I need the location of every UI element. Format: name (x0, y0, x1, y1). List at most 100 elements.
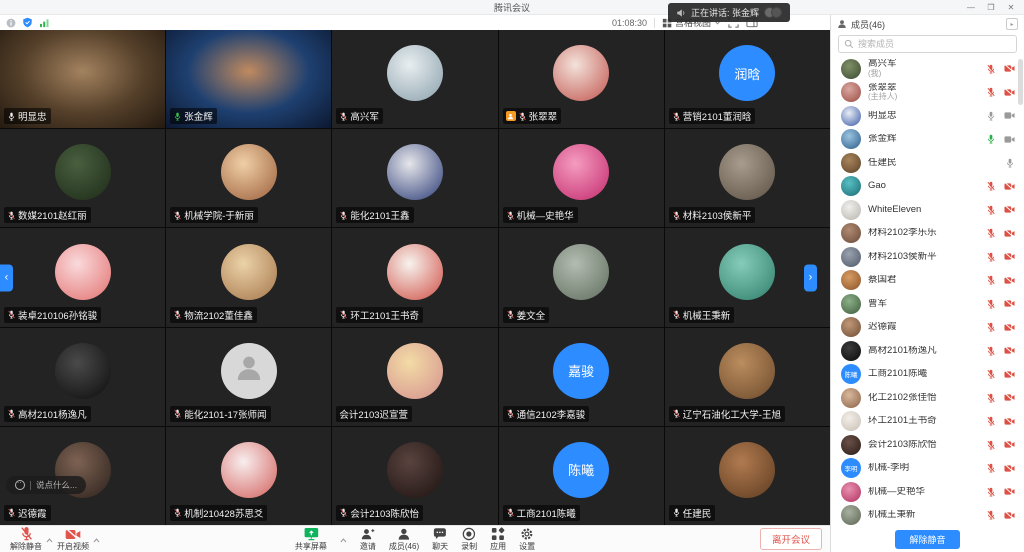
member-row[interactable]: 高兴军(我) (831, 57, 1024, 81)
video-tile[interactable]: 机械学院-于新丽 (166, 129, 331, 227)
member-row[interactable]: 机械—史艳华 (831, 480, 1024, 504)
divider (654, 18, 655, 28)
member-row[interactable]: 李明机械-李明 (831, 457, 1024, 481)
member-name: 材料2103侯新平 (868, 252, 937, 262)
info-icon[interactable] (6, 18, 16, 28)
member-row[interactable]: 陈曦工商2101陈曦 (831, 363, 1024, 387)
shield-icon[interactable] (22, 17, 33, 28)
panel-collapse-button[interactable]: ▸ (1006, 18, 1018, 30)
participant-avatar (387, 442, 443, 498)
member-row[interactable]: Gao (831, 175, 1024, 199)
video-tile[interactable]: 会计2103陈欣怡 (332, 427, 497, 525)
close-button[interactable]: ✕ (1002, 1, 1020, 14)
member-row[interactable]: 明显忠 (831, 104, 1024, 128)
camera-status-icon (1004, 229, 1015, 238)
participant-avatar (387, 244, 443, 300)
toolbar-item-chat[interactable]: 聊天 (432, 527, 448, 552)
video-tile[interactable]: 数媒2101赵红丽 (0, 129, 165, 227)
tile-name-label: 张金辉 (170, 108, 217, 124)
member-row[interactable]: 迟德霞 (831, 316, 1024, 340)
minimize-button[interactable]: — (962, 1, 980, 14)
prev-page-button[interactable]: ‹ (0, 264, 13, 291)
mic-status-icon (7, 112, 16, 121)
chat-icon (433, 527, 447, 541)
mic-status-icon (986, 510, 996, 520)
divider (30, 481, 31, 490)
member-row[interactable]: 材料2102李乐乐 (831, 222, 1024, 246)
quick-chat-bubble[interactable]: 说点什么... (6, 476, 86, 494)
member-row[interactable]: 张金辉 (831, 128, 1024, 152)
video-tile[interactable]: 润晗营销2101董润晗 (665, 30, 830, 128)
restore-button[interactable]: ❐ (982, 1, 1000, 14)
member-row[interactable]: 会计2103陈欣怡 (831, 433, 1024, 457)
member-row[interactable]: 任建民 (831, 151, 1024, 175)
scrollbar-thumb[interactable] (1018, 59, 1023, 105)
member-row[interactable]: 蔡国君 (831, 269, 1024, 293)
member-status-icons (986, 346, 1015, 356)
toolbar-item-share[interactable]: 共享屏幕 (295, 527, 327, 552)
mic-status-icon (986, 463, 996, 473)
video-tile[interactable]: 机制210428苏思爻 (166, 427, 331, 525)
caret-up-icon[interactable] (93, 538, 100, 552)
member-row[interactable]: 机械王秉新 (831, 504, 1024, 527)
leave-meeting-button[interactable]: 离开会议 (760, 528, 822, 550)
member-row[interactable]: 曹军 (831, 292, 1024, 316)
tile-name-label: 会计2103陈欣怡 (336, 505, 423, 521)
toolbar-item-label: 设置 (519, 541, 535, 552)
next-page-button[interactable]: › (804, 264, 817, 291)
toolbar-item-record[interactable]: 录制 (461, 527, 477, 552)
tile-name-label: 机械王秉新 (669, 307, 735, 323)
toolbar-item-apps[interactable]: 应用 (490, 527, 506, 552)
member-row[interactable]: 化工2102张佳怡 (831, 386, 1024, 410)
video-tile[interactable]: 嘉骏通信2102李嘉骏 (499, 328, 664, 426)
participant-name: 姜文全 (517, 308, 546, 322)
speaker-avatar-cluster (764, 7, 782, 18)
video-tile[interactable]: 物流2102董佳鑫 (166, 228, 331, 326)
panel-unmute-button[interactable]: 解除静音 (895, 530, 959, 549)
mic-status-icon (986, 440, 996, 450)
video-tile[interactable]: 装卓210106孙铭骏 (0, 228, 165, 326)
participant-name: 数媒2101赵红丽 (18, 208, 87, 222)
video-tile[interactable]: 明显忠 (0, 30, 165, 128)
caret-up-icon[interactable] (340, 538, 347, 552)
video-tile[interactable]: 能化2101-17张师闻 (166, 328, 331, 426)
toolbar-item-invite[interactable]: 邀请 (360, 527, 376, 552)
member-row[interactable]: 高材2101杨逸凡 (831, 339, 1024, 363)
video-tile[interactable]: 材料2103侯新平 (665, 129, 830, 227)
toolbar-item-mic-off[interactable]: 解除静音 (10, 526, 42, 552)
video-tile[interactable]: 陈曦工商2101陈曦 (499, 427, 664, 525)
member-row[interactable]: 张翠翠(主持人) (831, 81, 1024, 105)
camera-status-icon (1004, 111, 1015, 120)
participant-avatar (719, 442, 775, 498)
video-tile[interactable]: 会计2103迟宣萱 (332, 328, 497, 426)
video-tile[interactable]: 高兴军 (332, 30, 497, 128)
bottom-toolbar: 解除静音开启视频 共享屏幕 邀请成员(46) 聊天录制应用设置 离开会议 (0, 525, 830, 552)
member-row[interactable]: 环工2101王书奇 (831, 410, 1024, 434)
video-tile[interactable]: 机械—史艳华 (499, 129, 664, 227)
member-search-input[interactable] (858, 39, 1011, 49)
video-tile[interactable]: 姜文全 (499, 228, 664, 326)
toolbar-item-cam-off[interactable]: 开启视频 (57, 528, 89, 552)
video-tile[interactable]: 能化2101王鑫 (332, 129, 497, 227)
video-tile[interactable]: 任建民 (665, 427, 830, 525)
video-tile[interactable]: 环工2101王书奇 (332, 228, 497, 326)
member-row[interactable]: WhiteEleven (831, 198, 1024, 222)
member-row[interactable]: 材料2103侯新平 (831, 245, 1024, 269)
caret-up-icon[interactable] (46, 538, 53, 552)
video-tile[interactable]: 张金辉 (166, 30, 331, 128)
window-controls: — ❐ ✕ (962, 0, 1020, 15)
video-tile[interactable]: 高材2101杨逸凡 (0, 328, 165, 426)
tile-name-label: 环工2101王书奇 (336, 307, 423, 323)
toolbar-left-group: 解除静音开启视频 (0, 526, 100, 552)
member-avatar (841, 341, 861, 361)
toolbar-item-gear[interactable]: 设置 (519, 527, 535, 552)
mic-status-icon (986, 134, 996, 144)
mic-status-icon (506, 310, 515, 319)
participant-avatar (221, 343, 277, 399)
video-tile[interactable]: 张翠翠 (499, 30, 664, 128)
video-tile[interactable]: 辽宁石油化工大学-王旭 (665, 328, 830, 426)
member-name: 机械-李明 (868, 463, 909, 473)
member-info: 会计2103陈欣怡 (868, 440, 937, 450)
toolbar-item-members[interactable]: 成员(46) (389, 527, 419, 552)
participant-avatar: 润晗 (719, 45, 775, 101)
